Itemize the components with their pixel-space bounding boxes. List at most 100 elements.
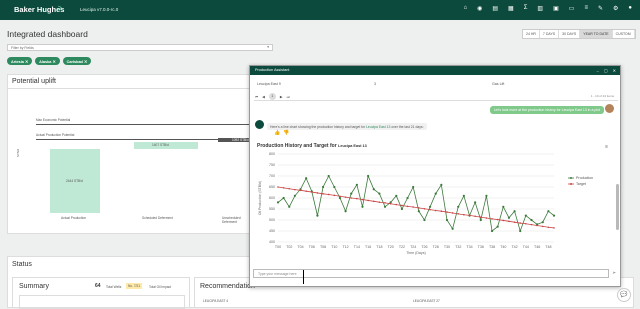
message-input[interactable]: Type your message here [253, 269, 609, 278]
table-icon[interactable]: ▣ [553, 5, 559, 12]
summary-count: 64 [95, 283, 101, 289]
data-point-target [395, 203, 398, 206]
modal-title: Production Assistant [255, 68, 290, 72]
scrollbar-thumb[interactable] [616, 184, 619, 230]
settings-icon[interactable]: ⚙ [613, 5, 618, 12]
data-point-target [457, 213, 460, 215]
chip-label: Alaska [39, 59, 52, 64]
summary-card: Summary 64 Total Wells No. 7/21 Total Oi… [12, 277, 190, 309]
chip-carlsbad[interactable]: Carlsbad ✕ [62, 57, 92, 65]
monitor-icon[interactable]: ▭ [569, 5, 575, 12]
x-tick-label: T30 [444, 245, 450, 249]
data-point-target [536, 224, 538, 227]
bar-value-label: 1407 STB/d [152, 143, 169, 147]
data-point-target [277, 186, 279, 188]
assistant-avatar [255, 120, 264, 129]
chat-assistant-button[interactable]: 💬 [617, 288, 631, 302]
data-point-production [552, 214, 556, 217]
x-tick-label: T12 [342, 245, 348, 249]
x-tick-label: T14 [354, 245, 360, 249]
pager-info: 1 - 10 of 24 items [590, 94, 614, 98]
data-point-production [367, 174, 370, 178]
brand-logo[interactable]: Baker Hughes [14, 5, 64, 14]
tab-year-to-date[interactable]: YEAR TO DATE [580, 30, 613, 38]
modal-header: Production Assistant – ▢ ✕ [250, 66, 620, 75]
user-icon[interactable]: ● [628, 5, 632, 12]
recommendation-item-2[interactable]: LEUCIPA EAST 27 [413, 299, 440, 303]
status-title: Status [12, 261, 32, 268]
chart-icon[interactable]: ▥ [537, 5, 543, 12]
data-point-production [445, 218, 449, 222]
data-point-target [440, 210, 443, 212]
home-icon[interactable]: ⌂ [463, 5, 467, 12]
filter-placeholder: Filter by Fields [11, 46, 34, 50]
production-chart: 400 450 500 550 600 650 700 750 800 T00 T02 T04 T06 T… [258, 152, 593, 255]
tab-24hr[interactable]: 24 HR [523, 30, 540, 38]
data-point-production [462, 194, 465, 197]
first-page-icon[interactable]: ⏮ [255, 95, 258, 99]
data-point-target [513, 221, 516, 223]
x-tick-label: T20 [388, 245, 394, 249]
prev-page-icon[interactable]: ◀ [262, 95, 265, 99]
minimize-icon[interactable]: – [597, 68, 599, 73]
bar-actual-production[interactable]: 2444 STB/d [50, 149, 100, 213]
x-tick-label: T16 [365, 245, 371, 249]
data-point-target [468, 214, 471, 217]
send-icon[interactable]: ➢ [612, 270, 616, 276]
last-page-icon[interactable]: ⏭ [287, 95, 290, 99]
maximize-icon[interactable]: ▢ [604, 68, 608, 73]
data-point-target [412, 206, 414, 208]
close-icon[interactable]: ✕ [25, 60, 28, 64]
chip-label: Artesia [11, 59, 24, 64]
page-number[interactable]: 1 [268, 93, 276, 100]
production-assistant-modal: Production Assistant – ▢ ✕ Leucipa East … [249, 65, 621, 287]
x-tick-label: T08 [320, 245, 326, 249]
equalizer-icon[interactable]: ≡ [584, 5, 588, 12]
wrench-icon[interactable]: ✎ [598, 5, 603, 12]
bar-unscheduled-deferment[interactable]: 1092 STB/d [218, 138, 251, 142]
filter-chips: Artesia ✕ Alaska ✕ Carlsbad ✕ [7, 57, 92, 65]
chip-alaska[interactable]: Alaska ✕ [35, 57, 60, 65]
tab-7days[interactable]: 7 DAYS [540, 30, 560, 38]
data-point-target [418, 207, 420, 209]
tab-30days[interactable]: 30 DAYS [559, 30, 581, 38]
recommendation-item-1[interactable]: LEUCIPA EAST 4 [203, 299, 228, 303]
potential-uplift-card: Potential uplift STB/d Max Economic Pote… [7, 74, 251, 234]
bar-scheduled-deferment[interactable]: 1407 STB/d [134, 142, 198, 149]
data-point-target [508, 220, 510, 223]
eye-icon[interactable]: ◉ [477, 5, 482, 12]
x-tick-label: T32 [455, 245, 461, 249]
data-point-target [305, 190, 307, 192]
close-icon[interactable]: ✕ [613, 68, 616, 73]
filter-select[interactable]: Filter by Fields ▾ [7, 44, 273, 51]
x-tick-label: T22 [399, 245, 405, 249]
data-point-target [372, 200, 375, 203]
x-label-unscheduled: Unscheduled Deferment [222, 216, 241, 224]
data-point-production [276, 201, 280, 204]
x-tick-label: T46 [534, 245, 540, 249]
next-page-icon[interactable]: ▶ [280, 95, 283, 99]
bar-value-label: 2444 STB/d [66, 179, 83, 183]
row-well-name[interactable]: Leucipa East 9 [257, 82, 281, 86]
close-icon[interactable]: ✕ [52, 60, 55, 64]
close-icon[interactable]: ✕ [84, 60, 87, 64]
data-point-production [361, 205, 364, 208]
x-tick-label: T44 [523, 245, 529, 249]
chip-artesia[interactable]: Artesia ✕ [7, 57, 33, 65]
thumbs-up-icon[interactable]: 👍 [274, 130, 280, 136]
top-icons: ⌂ ◉ ▤ ▦ Σ ▥ ▣ ▭ ≡ ✎ ⚙ ● [463, 5, 632, 12]
sigma-icon[interactable]: Σ [524, 5, 528, 12]
x-tick-label: T02 [286, 245, 292, 249]
grid-icon[interactable]: ▦ [508, 5, 514, 12]
data-point-production [479, 218, 482, 222]
y-tick-label: 450 [269, 229, 275, 233]
data-point-target [446, 211, 448, 213]
layers-icon[interactable]: ▤ [492, 5, 498, 12]
x-label-scheduled: Scheduled Deferment [142, 216, 173, 220]
top-bar: Baker Hughes ≥ Leucipa v7.0.0-rc.0 ⌂ ◉ ▤… [0, 0, 640, 20]
data-point-target [530, 223, 533, 226]
thumbs-down-icon[interactable]: 👎 [283, 130, 289, 136]
summary-badge: No. 7/21 [126, 283, 143, 289]
tab-custom[interactable]: CUSTOM [613, 30, 635, 38]
legend-actual-potential: Actual Production Potential [36, 133, 75, 137]
